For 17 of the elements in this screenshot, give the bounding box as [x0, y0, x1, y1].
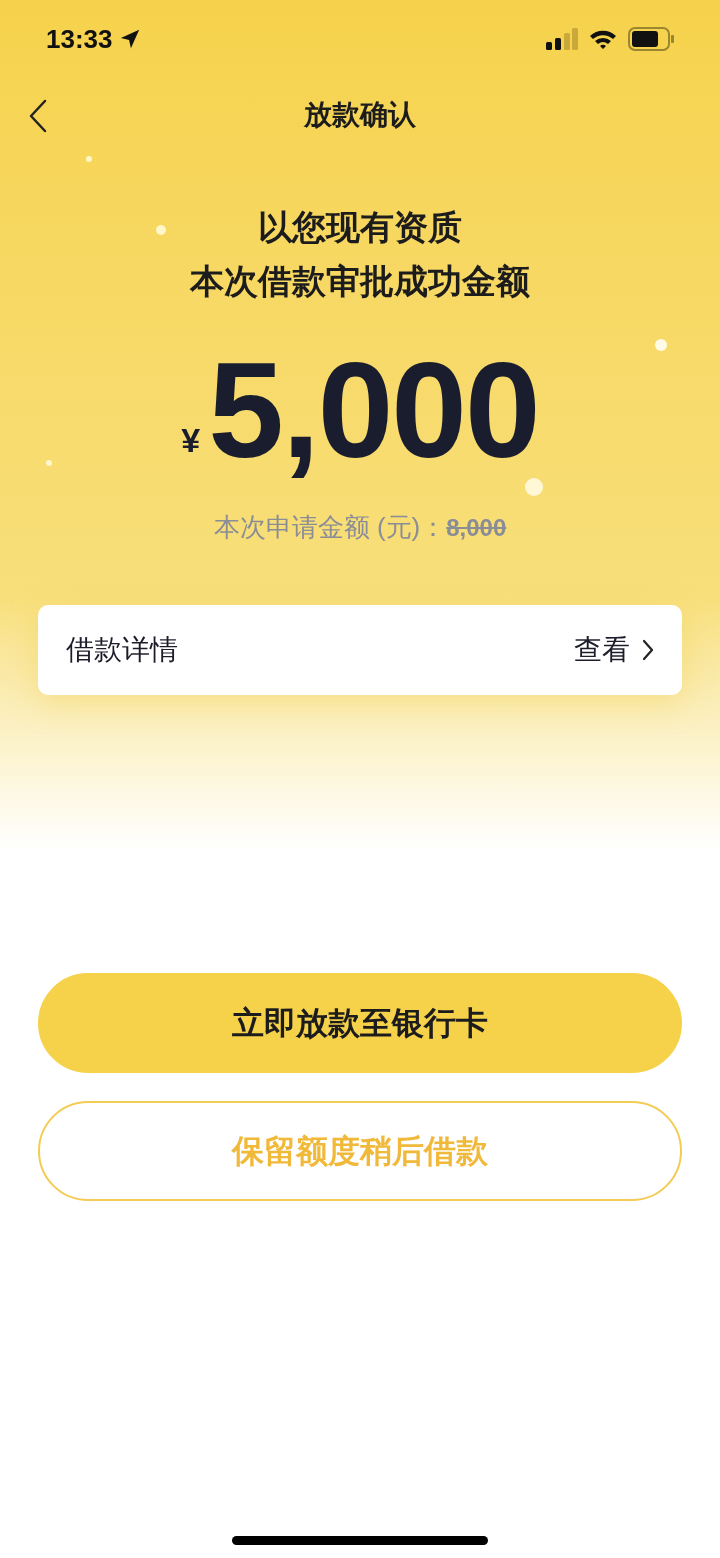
back-chevron-icon — [28, 99, 48, 133]
status-time: 13:33 — [46, 22, 113, 56]
headline-text: 以您现有资质 — [258, 207, 462, 248]
action-button[interactable]: 立即放款至银行卡 — [38, 973, 682, 1073]
requested-amount-value: 8,000 — [446, 512, 507, 543]
currency-symbol: ¥ — [181, 420, 201, 461]
approved-amount: 5,000 — [208, 333, 539, 488]
signal-icon — [546, 28, 578, 50]
view-link[interactable]: 查看 — [574, 629, 630, 671]
wifi-icon — [588, 28, 618, 50]
chevron-right-icon — [642, 639, 654, 661]
battery-icon — [628, 27, 674, 51]
page-title: 放款确认 — [304, 98, 416, 132]
headline-text: 本次借款审批成功金额 — [190, 261, 530, 302]
loan-details-row[interactable]: 借款详情 查看 — [38, 605, 682, 695]
loan-details-label: 借款详情 — [66, 633, 178, 667]
requested-amount-label: 本次申请金额 (元)： — [213, 511, 447, 544]
